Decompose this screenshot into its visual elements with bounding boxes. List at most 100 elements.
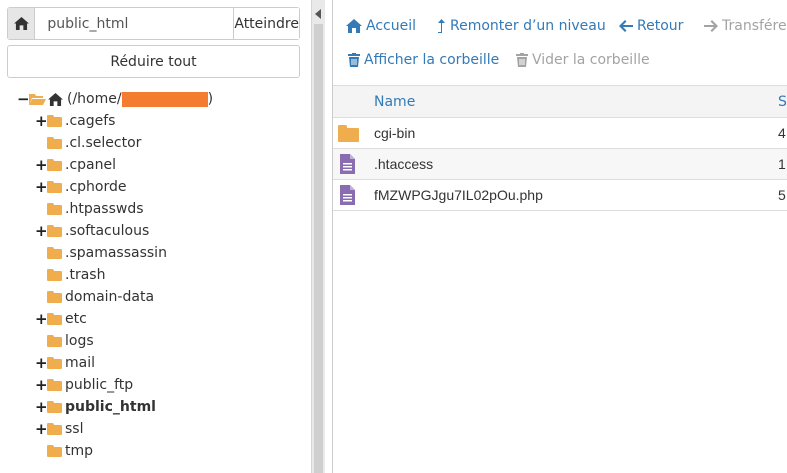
expand-toggle[interactable]: + [35, 398, 48, 416]
splitter-scrollbar[interactable] [314, 24, 323, 473]
tree-item-tmp[interactable]: tmp [35, 440, 93, 462]
tree-item-label: .trash [65, 267, 106, 283]
tree-item-label: .htpasswds [65, 201, 144, 217]
home-icon [48, 92, 63, 106]
folder-icon [47, 313, 62, 325]
folder-icon [47, 247, 62, 259]
path-input[interactable] [35, 8, 234, 39]
expand-toggle[interactable]: + [35, 222, 48, 240]
tree-item-label: tmp [65, 443, 94, 459]
file-size: 4 [778, 125, 786, 141]
tree-item-label: ssl [65, 421, 84, 437]
up-one-level-link[interactable]: Remonter d’un niveau [437, 18, 606, 34]
left-pane: Atteindre Réduire tout − (/home/ ) + .ca… [0, 0, 311, 473]
folder-icon [47, 159, 62, 171]
back-link[interactable]: Retour [619, 18, 683, 34]
right-pane: Accueil Remonter d’un niveau Retour Tran… [332, 0, 787, 473]
tree-item-logs[interactable]: logs [35, 330, 94, 352]
folder-icon [47, 379, 62, 391]
table-row[interactable]: cgi-bin 4 [333, 118, 787, 149]
pane-splitter[interactable] [311, 0, 325, 473]
trash-icon [348, 53, 360, 67]
expand-toggle[interactable]: + [35, 112, 48, 130]
folder-icon [47, 269, 62, 281]
redacted-username [121, 91, 208, 107]
tree-item-domain-data[interactable]: domain-data [35, 286, 154, 308]
tree-item-cpanel[interactable]: + .cpanel [35, 154, 116, 176]
root-path-suffix: ) [207, 91, 214, 107]
tree-item-etc[interactable]: + etc [35, 308, 87, 330]
tree-item-label: .softaculous [65, 223, 150, 239]
tree-root[interactable]: − (/home/ ) [17, 88, 213, 110]
forward-label: Transférer [722, 18, 787, 34]
back-label: Retour [637, 18, 684, 34]
tree-item-label: logs [65, 333, 94, 349]
file-table: Name S cgi-bin 4 .htaccess 1 fMZWPGJgu7I… [333, 86, 787, 211]
file-name: fMZWPGJgu7IL02pOu.php [374, 187, 543, 203]
expand-toggle[interactable]: + [35, 178, 48, 196]
folder-icon [47, 203, 62, 215]
file-text-icon [340, 185, 355, 208]
tree-item-label: public_ftp [65, 377, 134, 393]
tree-item-label: .cl.selector [65, 135, 142, 151]
up-one-level-label: Remonter d’un niveau [450, 18, 606, 34]
table-row[interactable]: .htaccess 1 [333, 149, 787, 180]
root-path-prefix: (/home/ [67, 91, 122, 107]
folder-icon [47, 335, 62, 347]
tree-item-ssl[interactable]: + ssl [35, 418, 83, 440]
home-link[interactable]: Accueil [346, 18, 416, 34]
folder-icon [47, 225, 62, 237]
file-text-icon [340, 154, 355, 177]
tree-item-mail[interactable]: + mail [35, 352, 95, 374]
tree-item-label: domain-data [65, 289, 155, 305]
folder-icon [47, 115, 62, 127]
tree-item-public-html[interactable]: + public_html [35, 396, 156, 418]
expand-toggle[interactable]: + [35, 310, 48, 328]
file-size: 5 [778, 187, 786, 203]
folder-icon [47, 401, 62, 413]
tree-item-label: .spamassassin [65, 245, 167, 261]
table-row[interactable]: fMZWPGJgu7IL02pOu.php 5 [333, 180, 787, 211]
column-header-name[interactable]: Name [374, 94, 415, 110]
view-trash-link[interactable]: Afficher la corbeille [348, 52, 499, 68]
tree-item-cphorde[interactable]: + .cphorde [35, 176, 126, 198]
folder-icon [47, 137, 62, 149]
expand-toggle[interactable]: + [35, 354, 48, 372]
tree-item-label: public_html [65, 399, 156, 415]
go-button[interactable]: Atteindre [233, 8, 299, 39]
collapse-toggle[interactable]: − [17, 90, 30, 108]
tree-item-softaculous[interactable]: + .softaculous [35, 220, 149, 242]
tree-item-label: .cagefs [65, 113, 116, 129]
tree-item-cagefs[interactable]: + .cagefs [35, 110, 115, 132]
collapse-left-arrow-icon[interactable] [315, 9, 321, 19]
tree-item-label: etc [65, 311, 87, 327]
trash-icon [516, 53, 528, 67]
table-body: cgi-bin 4 .htaccess 1 fMZWPGJgu7IL02pOu.… [333, 118, 787, 211]
home-button[interactable] [8, 8, 36, 39]
tree-item-htpasswds[interactable]: .htpasswds [35, 198, 144, 220]
expand-toggle[interactable]: + [35, 420, 48, 438]
home-icon [13, 17, 29, 30]
folder-icon [47, 291, 62, 303]
expand-toggle[interactable]: + [35, 156, 48, 174]
collapse-all-button[interactable]: Réduire tout [7, 45, 300, 78]
tree-item-public-ftp[interactable]: + public_ftp [35, 374, 133, 396]
tree-item-spamassassin[interactable]: .spamassassin [35, 242, 167, 264]
file-name: .htaccess [374, 156, 434, 172]
file-name: cgi-bin [374, 125, 416, 141]
forward-link[interactable]: Transférer [704, 18, 787, 34]
column-header-size[interactable]: S [778, 94, 787, 110]
tree-item-cl-selector[interactable]: .cl.selector [35, 132, 141, 154]
file-toolbar: Accueil Remonter d’un niveau Retour Tran… [333, 0, 787, 86]
file-size: 1 [778, 156, 786, 172]
empty-trash-link[interactable]: Vider la corbeille [516, 52, 650, 68]
folder-icon [47, 445, 62, 457]
table-header: Name S [333, 86, 787, 118]
tree-item-trash[interactable]: .trash [35, 264, 105, 286]
tree-item-label: mail [65, 355, 95, 371]
folder-icon [47, 423, 62, 435]
arrow-left-icon [619, 20, 633, 32]
arrow-right-icon [704, 20, 718, 32]
expand-toggle[interactable]: + [35, 376, 48, 394]
home-link-label: Accueil [366, 18, 416, 34]
